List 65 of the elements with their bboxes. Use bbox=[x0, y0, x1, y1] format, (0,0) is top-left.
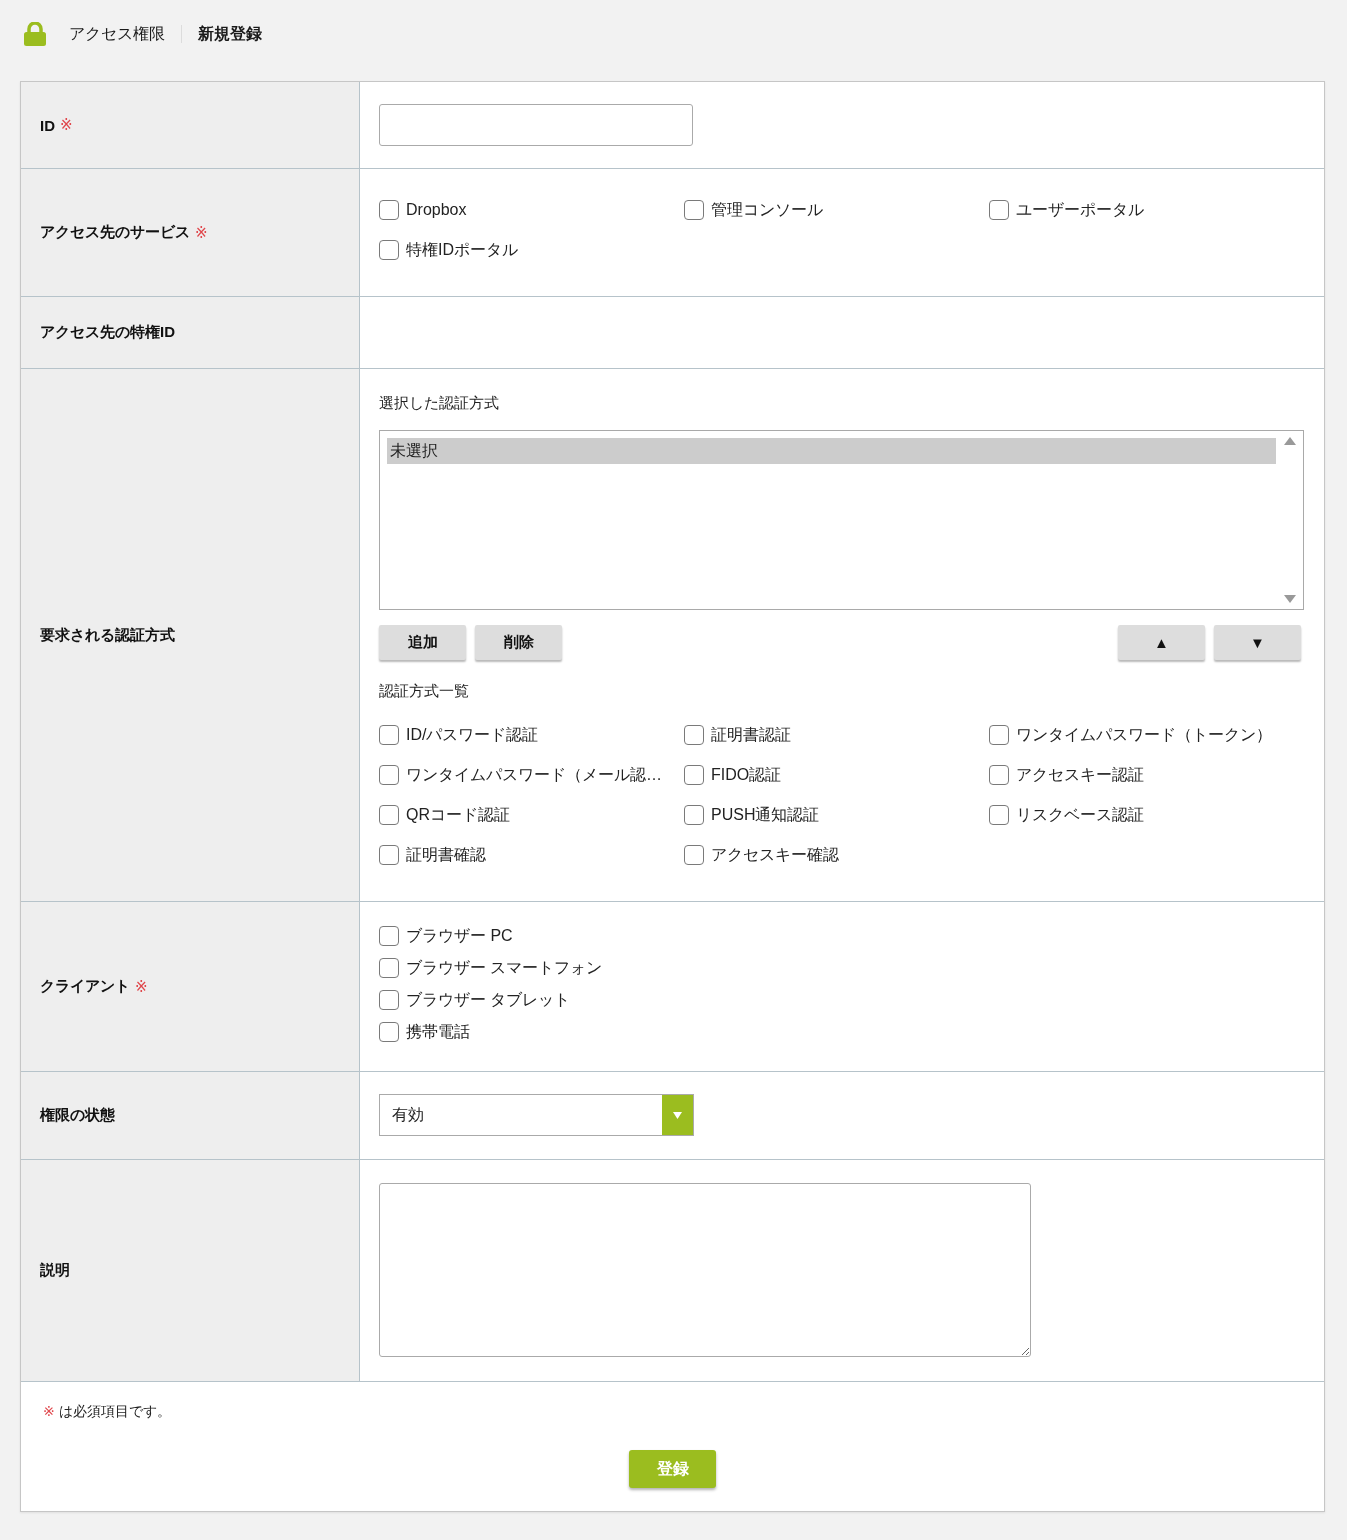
required-mark: ※ bbox=[60, 116, 73, 134]
selected-methods-listbox[interactable]: 未選択 bbox=[379, 430, 1304, 610]
checkbox[interactable] bbox=[379, 1022, 399, 1042]
required-mark: ※ bbox=[135, 977, 148, 996]
checkbox[interactable] bbox=[684, 845, 704, 865]
checkbox-label[interactable]: ワンタイムパスワード（トークン） bbox=[1016, 724, 1272, 746]
checkbox-label[interactable]: PUSH通知認証 bbox=[711, 804, 820, 826]
lock-icon bbox=[24, 22, 46, 46]
scroll-up-arrow-icon[interactable] bbox=[1283, 437, 1296, 445]
checkbox[interactable] bbox=[989, 805, 1009, 825]
field-label: ID bbox=[40, 116, 55, 134]
field-label: 説明 bbox=[40, 1261, 70, 1280]
scroll-down-arrow-icon[interactable] bbox=[1283, 595, 1296, 603]
checkbox[interactable] bbox=[379, 725, 399, 745]
checkbox[interactable] bbox=[379, 805, 399, 825]
breadcrumb-link[interactable]: アクセス権限 bbox=[69, 23, 165, 45]
required-note: ※ は必須項目です。 bbox=[43, 1402, 171, 1421]
field-label: アクセス先の特権ID bbox=[40, 323, 175, 342]
checkbox-label[interactable]: 証明書確認 bbox=[406, 844, 486, 866]
checkbox[interactable] bbox=[379, 958, 399, 978]
checkbox[interactable] bbox=[684, 200, 704, 220]
field-label: アクセス先のサービス bbox=[40, 223, 190, 242]
checkbox[interactable] bbox=[989, 200, 1009, 220]
checkbox-label[interactable]: FIDO認証 bbox=[711, 764, 782, 786]
checkbox[interactable] bbox=[379, 200, 399, 220]
field-label: 要求される認証方式 bbox=[40, 625, 175, 645]
checkbox-label[interactable]: ブラウザー PC bbox=[406, 925, 513, 947]
required-mark: ※ bbox=[195, 223, 208, 242]
checkbox[interactable] bbox=[989, 725, 1009, 745]
checkbox-label[interactable]: ユーザーポータル bbox=[1016, 199, 1144, 221]
checkbox-label[interactable]: ブラウザー タブレット bbox=[406, 989, 571, 1011]
checkbox[interactable] bbox=[379, 845, 399, 865]
status-select[interactable]: 有効 bbox=[379, 1094, 694, 1136]
action-button[interactable]: 削除 bbox=[475, 625, 562, 660]
section-title: 認証方式一覧 bbox=[379, 681, 469, 701]
order-button[interactable]: ▲ bbox=[1118, 625, 1205, 660]
action-button[interactable]: 追加 bbox=[379, 625, 466, 660]
checkbox-label[interactable]: QRコード認証 bbox=[406, 804, 510, 826]
checkbox[interactable] bbox=[684, 765, 704, 785]
checkbox-label[interactable]: 携帯電話 bbox=[406, 1021, 470, 1043]
checkbox-label[interactable]: 特権IDポータル bbox=[406, 239, 518, 261]
checkbox-label[interactable]: アクセスキー認証 bbox=[1016, 764, 1144, 786]
checkbox-label[interactable]: ID/パスワード認証 bbox=[406, 724, 539, 746]
checkbox[interactable] bbox=[684, 725, 704, 745]
field-label: 権限の状態 bbox=[40, 1106, 115, 1125]
checkbox-label[interactable]: 証明書認証 bbox=[711, 724, 791, 746]
description-field[interactable] bbox=[379, 1183, 1031, 1357]
checkbox[interactable] bbox=[684, 805, 704, 825]
checkbox-label[interactable]: ブラウザー スマートフォン bbox=[406, 957, 603, 979]
checkbox-label[interactable]: ワンタイムパスワード（メール認… bbox=[406, 764, 662, 786]
checkbox[interactable] bbox=[379, 990, 399, 1010]
text-input-field[interactable] bbox=[379, 104, 693, 146]
checkbox[interactable] bbox=[379, 240, 399, 260]
checkbox-label[interactable]: アクセスキー確認 bbox=[711, 844, 839, 866]
section-title: 選択した認証方式 bbox=[379, 393, 499, 413]
checkbox-label[interactable]: リスクベース認証 bbox=[1016, 804, 1144, 826]
checkbox[interactable] bbox=[379, 926, 399, 946]
checkbox[interactable] bbox=[989, 765, 1009, 785]
list-option[interactable]: 未選択 bbox=[387, 438, 1276, 464]
checkbox-label[interactable]: 管理コンソール bbox=[711, 199, 823, 221]
field-label: クライアント bbox=[40, 977, 130, 996]
checkbox[interactable] bbox=[379, 765, 399, 785]
page-title: 新規登録 bbox=[198, 23, 262, 44]
checkbox-label[interactable]: Dropbox bbox=[406, 201, 467, 219]
order-button[interactable]: ▼ bbox=[1214, 625, 1301, 660]
